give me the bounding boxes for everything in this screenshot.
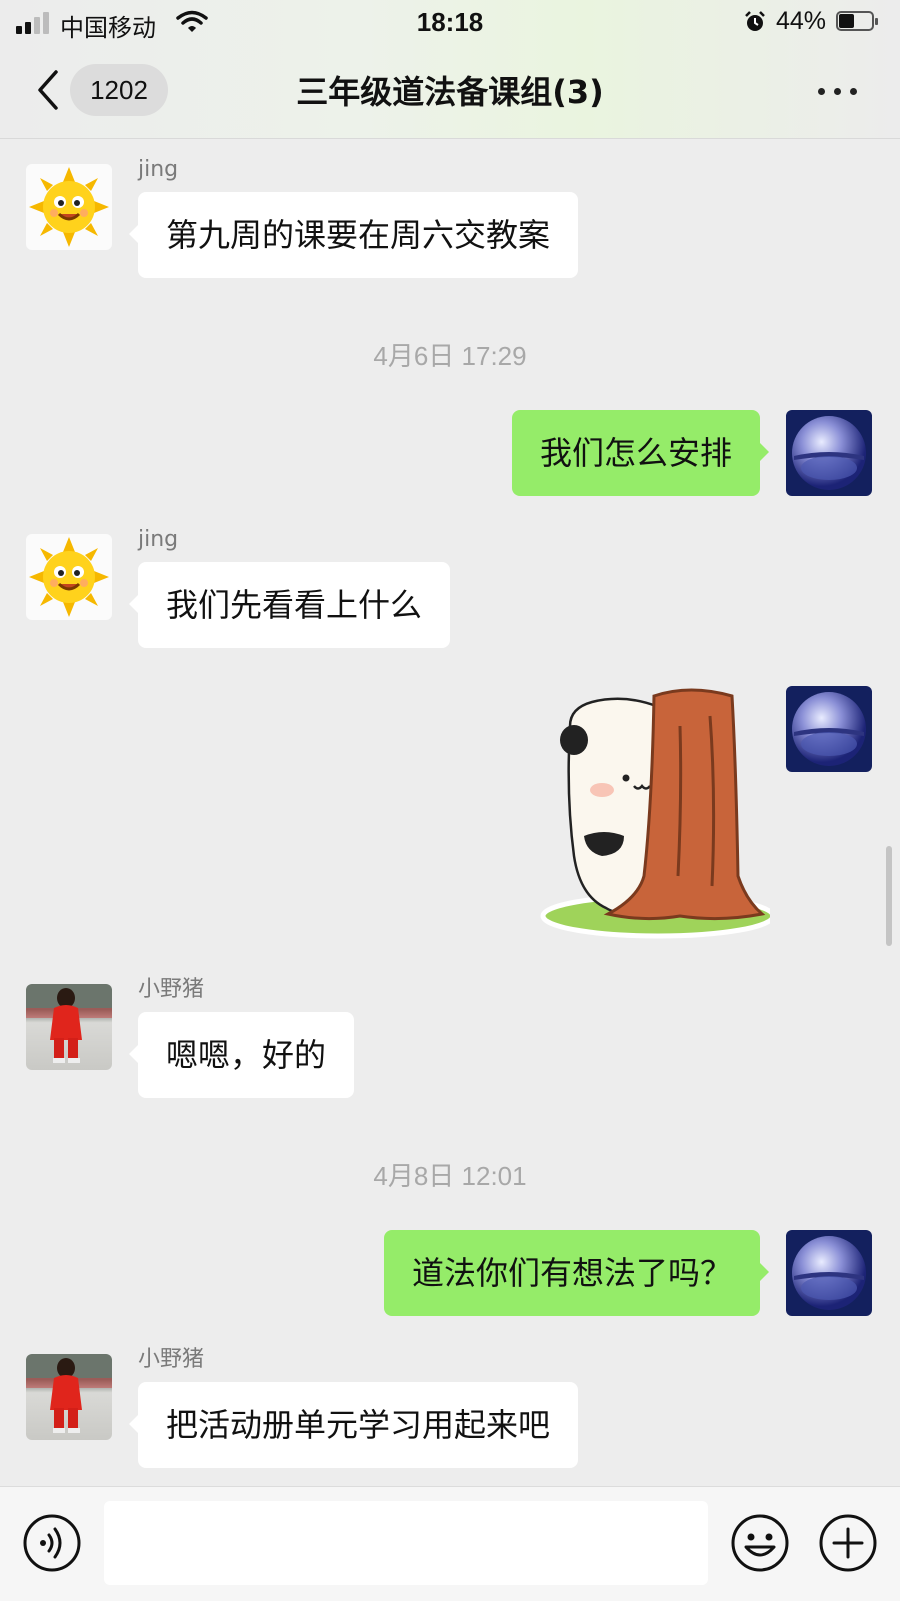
sender-name: 小野猪	[138, 977, 205, 1002]
sun-avatar[interactable]	[26, 534, 112, 620]
message-input[interactable]	[104, 1501, 708, 1585]
scrollbar[interactable]	[886, 846, 892, 946]
crystal-ball-avatar[interactable]	[786, 686, 872, 772]
sender-name: jing	[138, 527, 179, 552]
child-red-outfit-avatar[interactable]	[26, 1354, 112, 1440]
message-bubble[interactable]: 把活动册单元学习用起来吧	[128, 1382, 579, 1468]
message-bubble[interactable]: 我们怎么安排	[511, 410, 770, 496]
message-bubble[interactable]: 道法你们有想法了吗？	[383, 1230, 770, 1316]
timestamp: 4月6日 17:29	[373, 341, 527, 371]
panda-peeking-behind-tree-sticker[interactable]	[540, 686, 770, 942]
alarm-icon	[745, 11, 765, 31]
top-bar: 中国移动 18:18 44% 1202 三年级道法备课组(3)	[0, 0, 900, 139]
emoji-icon[interactable]	[730, 1513, 790, 1573]
sun-avatar[interactable]	[26, 164, 112, 250]
crystal-ball-avatar[interactable]	[786, 410, 872, 496]
child-red-outfit-avatar[interactable]	[26, 984, 112, 1070]
message-bubble[interactable]: 嗯嗯，好的	[128, 1012, 355, 1098]
plus-icon[interactable]	[818, 1513, 878, 1573]
message-bubble[interactable]: 我们先看看上什么	[128, 562, 451, 648]
message-bubble[interactable]: 第九周的课要在周六交教案	[128, 192, 579, 278]
voice-icon[interactable]	[22, 1513, 82, 1573]
back-chevron-icon[interactable]	[30, 70, 70, 110]
chat-title: 三年级道法备课组(3)	[296, 73, 604, 111]
timestamp: 4月8日 12:01	[373, 1161, 527, 1191]
crystal-ball-avatar[interactable]	[786, 1230, 872, 1316]
sender-name: jing	[138, 157, 179, 182]
input-bar	[0, 1486, 900, 1601]
battery-icon	[836, 11, 880, 33]
more-icon[interactable]	[818, 84, 860, 98]
battery-percent: 44%	[776, 7, 827, 35]
sender-name: 小野猪	[138, 1347, 205, 1372]
